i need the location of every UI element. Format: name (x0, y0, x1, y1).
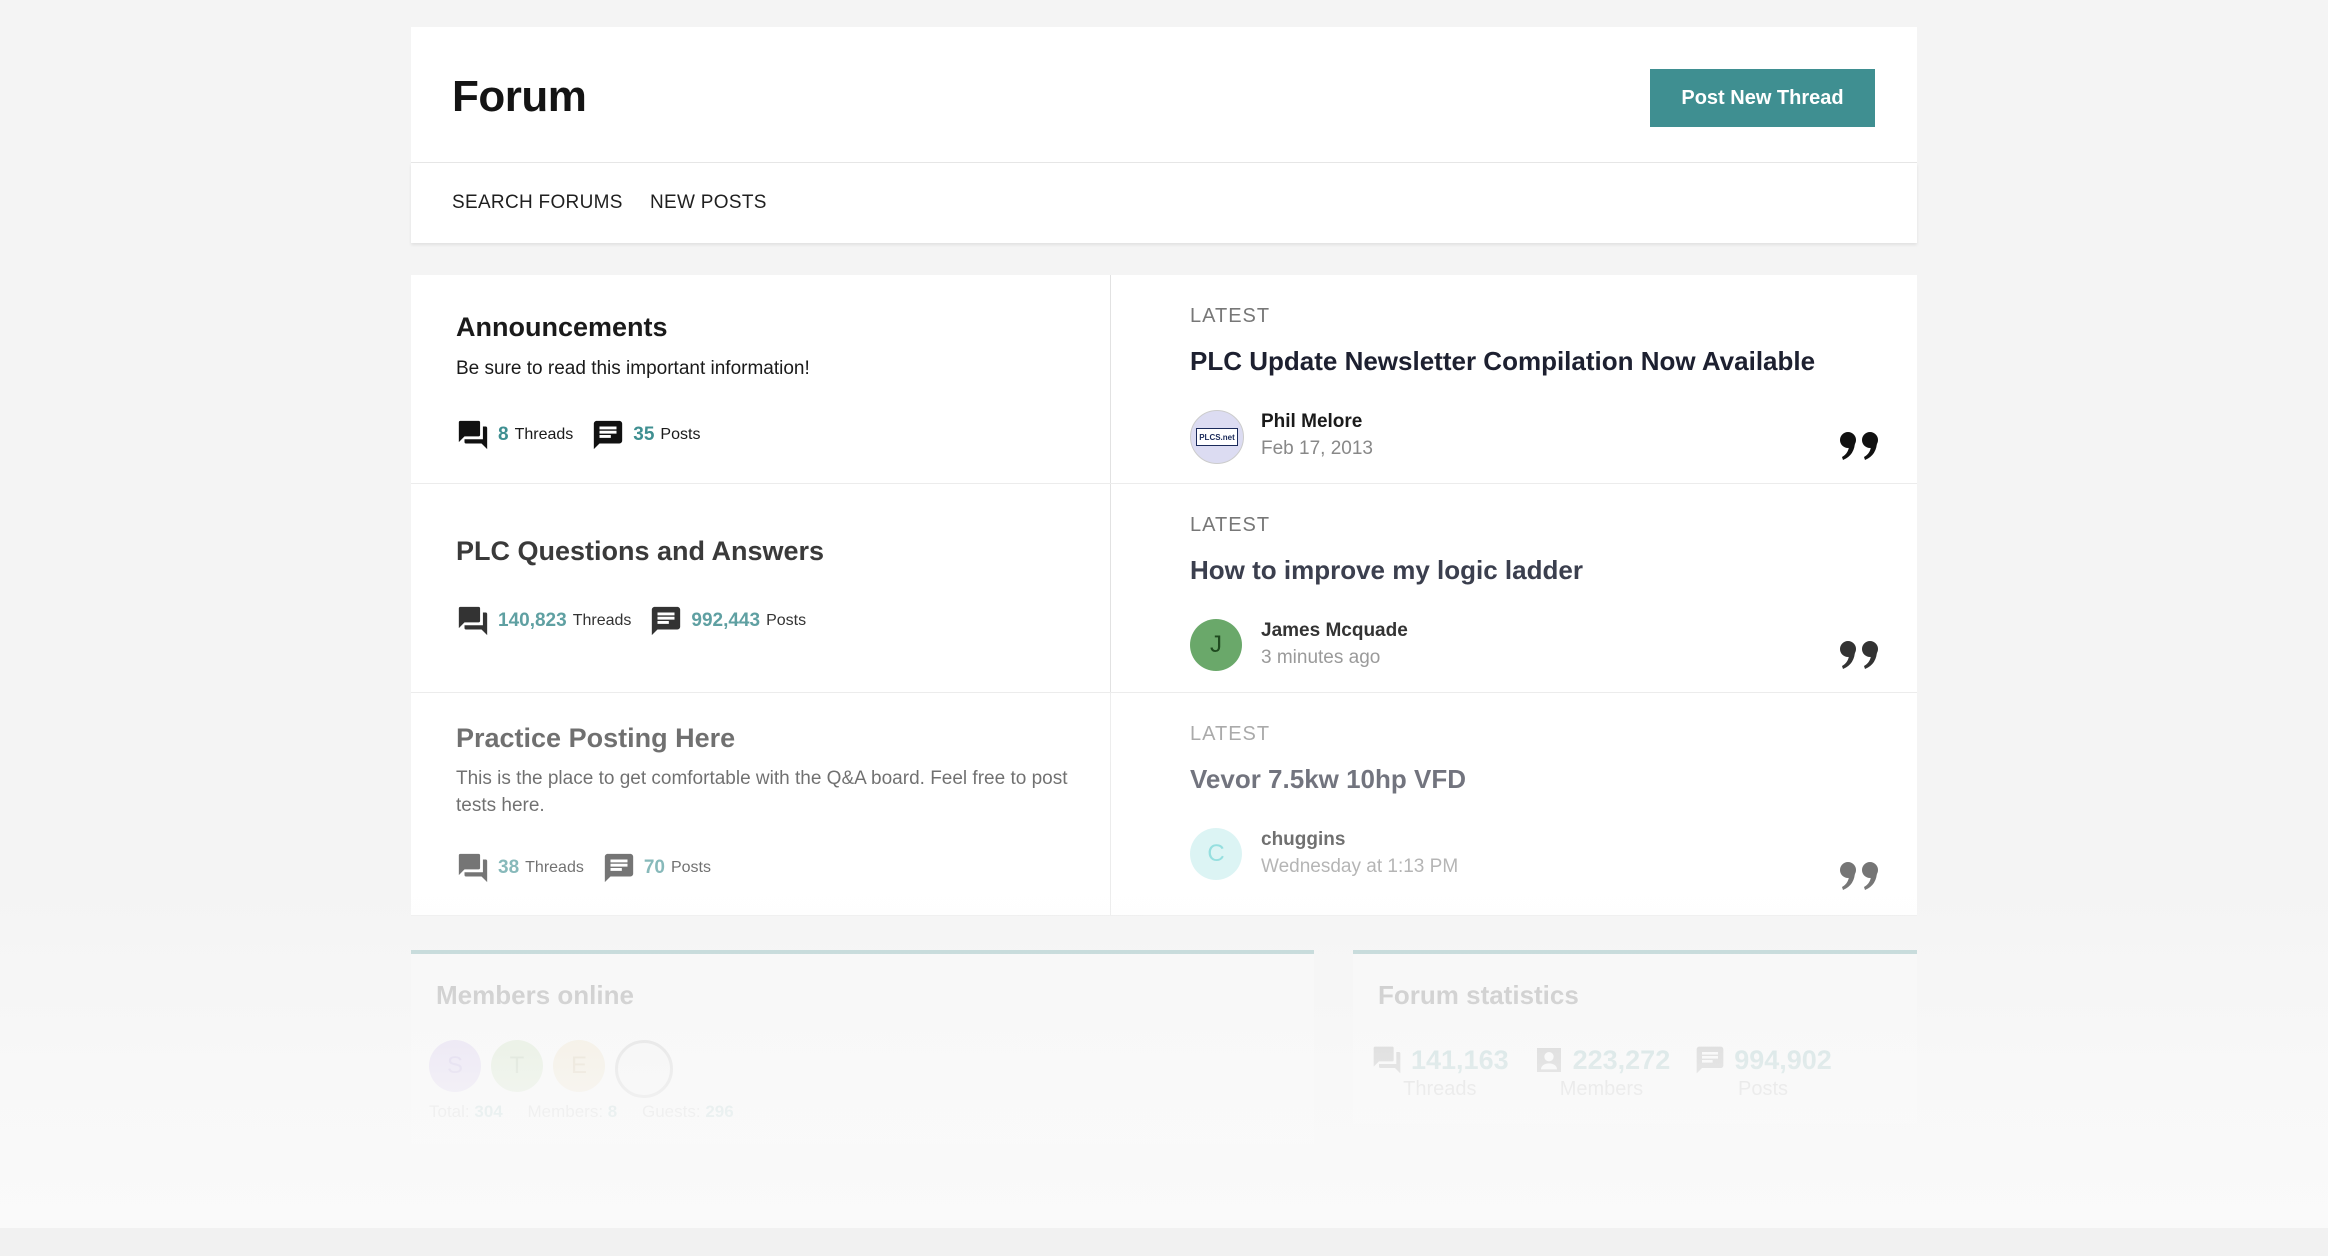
forum-title-link[interactable]: Practice Posting Here (456, 723, 735, 754)
latest-thread-link[interactable]: How to improve my logic ladder (1190, 555, 1583, 586)
nav-new-posts[interactable]: NEW POSTS (650, 192, 767, 214)
posts-icon (594, 420, 623, 450)
latest-label: LATEST (1190, 723, 1271, 745)
threads-icon (458, 606, 488, 636)
stat-members-label: Members (1559, 1078, 1644, 1100)
latest-username[interactable]: chuggins (1261, 829, 1345, 851)
latest-date: 3 minutes ago (1261, 647, 1381, 668)
forum-stats: 8 Threads 35 Posts (456, 418, 718, 452)
forum-row-plc-questions: PLC Questions and Answers 140,823 Thread… (411, 484, 1917, 693)
stat-threads-value: 141,163 (1411, 1044, 1509, 1075)
stat-threads: 141,163 Threads (1371, 1044, 1509, 1101)
forum-title-link[interactable]: PLC Questions and Answers (456, 536, 824, 567)
member-avatars: S T E (429, 1040, 673, 1098)
quote-icon (1840, 432, 1878, 460)
latest-date: Feb 17, 2013 (1261, 438, 1373, 459)
stat-members-value: 223,272 (1572, 1044, 1671, 1075)
forum-description: This is the place to get comfortable wit… (456, 768, 1068, 816)
threads-count: 140,823 (498, 610, 567, 631)
latest-post: LATEST PLC Update Newsletter Compilation… (1111, 275, 1917, 483)
posts-icon (1696, 1046, 1724, 1074)
avatar[interactable]: E (553, 1040, 605, 1092)
members-label: Members: (527, 1102, 604, 1121)
avatar[interactable]: PLCS.net (1190, 410, 1244, 464)
guests-count: 296 (705, 1102, 734, 1121)
avatar[interactable]: T (491, 1040, 543, 1092)
latest-date: Wednesday at 1:13 PM (1261, 856, 1459, 877)
forum-header: Forum Post New Thread (411, 27, 1917, 163)
forum-node: Practice Posting Here This is the place … (411, 693, 1111, 915)
members-count: 8 (607, 1102, 618, 1121)
forum-row-practice: Practice Posting Here This is the place … (411, 693, 1917, 916)
member-icon (1536, 1048, 1561, 1072)
forum-statistics-title: Forum statistics (1378, 980, 1579, 1010)
posts-label: Posts (766, 612, 807, 629)
forum-statistics: 141,163 Threads 223,272 Members 994,902 … (1371, 1044, 1832, 1101)
stat-threads-label: Threads (1403, 1078, 1477, 1100)
posts-count: 35 (633, 424, 655, 445)
nav-search-forums[interactable]: SEARCH FORUMS (452, 192, 623, 214)
threads-label: Threads (514, 426, 574, 443)
avatar-generic[interactable] (615, 1040, 673, 1098)
quote-icon (1840, 641, 1878, 669)
stat-members: 223,272 Members (1533, 1044, 1671, 1101)
latest-thread-link[interactable]: Vevor 7.5kw 10hp VFD (1190, 764, 1466, 795)
threads-count: 38 (498, 857, 520, 878)
threads-icon (458, 420, 488, 450)
posts-count: 70 (643, 857, 665, 878)
forum-node: Announcements Be sure to read this impor… (411, 275, 1111, 483)
forum-nav: SEARCH FORUMS NEW POSTS (411, 163, 1917, 243)
forum-list: Announcements Be sure to read this impor… (411, 275, 1917, 916)
total-count: 304 (474, 1102, 503, 1121)
avatar-logo: PLCS.net (1196, 428, 1238, 446)
guests-label: Guests: (642, 1102, 701, 1121)
members-online-widget: Members online S T E Total: 304 Members:… (411, 950, 1314, 1144)
forum-stats: 140,823 Threads 992,443 Posts (456, 604, 824, 638)
quote-icon (1840, 862, 1878, 890)
latest-thread-link[interactable]: PLC Update Newsletter Compilation Now Av… (1190, 346, 1815, 377)
stat-posts-label: Posts (1738, 1078, 1789, 1100)
forum-description: Be sure to read this important informati… (456, 358, 810, 379)
latest-label: LATEST (1190, 305, 1271, 327)
threads-icon (1373, 1046, 1401, 1074)
posts-label: Posts (660, 426, 701, 443)
latest-username[interactable]: Phil Melore (1261, 411, 1362, 433)
members-online-title[interactable]: Members online (436, 980, 634, 1011)
avatar[interactable]: S (429, 1040, 481, 1092)
latest-post: LATEST Vevor 7.5kw 10hp VFD C chuggins W… (1111, 693, 1917, 915)
posts-count: 992,443 (691, 610, 761, 631)
latest-username[interactable]: James Mcquade (1261, 620, 1408, 642)
page-title: Forum (452, 72, 587, 121)
latest-label: LATEST (1190, 514, 1271, 536)
forum-row-announcements: Announcements Be sure to read this impor… (411, 275, 1917, 484)
stat-posts-value: 994,902 (1734, 1044, 1832, 1075)
post-new-thread-button[interactable]: Post New Thread (1650, 69, 1875, 127)
forum-page: Forum Post New Thread SEARCH FORUMS NEW … (411, 27, 1917, 1144)
latest-post: LATEST How to improve my logic ladder J … (1111, 484, 1917, 692)
forum-statistics-widget: Forum statistics 141,163 Threads 223,272… (1353, 950, 1917, 1124)
threads-label: Threads (525, 859, 584, 876)
posts-icon (604, 853, 634, 883)
threads-count: 8 (498, 424, 509, 445)
avatar[interactable]: C (1190, 828, 1242, 880)
posts-icon (652, 606, 681, 636)
footer-strip (0, 1228, 2328, 1256)
threads-label: Threads (572, 612, 632, 629)
forum-title-link[interactable]: Announcements (456, 312, 668, 343)
forum-stats: 38 Threads 70 Posts (456, 851, 729, 885)
avatar[interactable]: J (1190, 619, 1242, 671)
threads-icon (458, 853, 488, 883)
posts-label: Posts (670, 859, 711, 876)
online-totals: Total: 304 Members: 8 Guests: 296 (429, 1102, 754, 1122)
forum-node: PLC Questions and Answers 140,823 Thread… (411, 484, 1111, 692)
total-label: Total: (429, 1102, 470, 1121)
stat-posts: 994,902 Posts (1694, 1044, 1832, 1101)
